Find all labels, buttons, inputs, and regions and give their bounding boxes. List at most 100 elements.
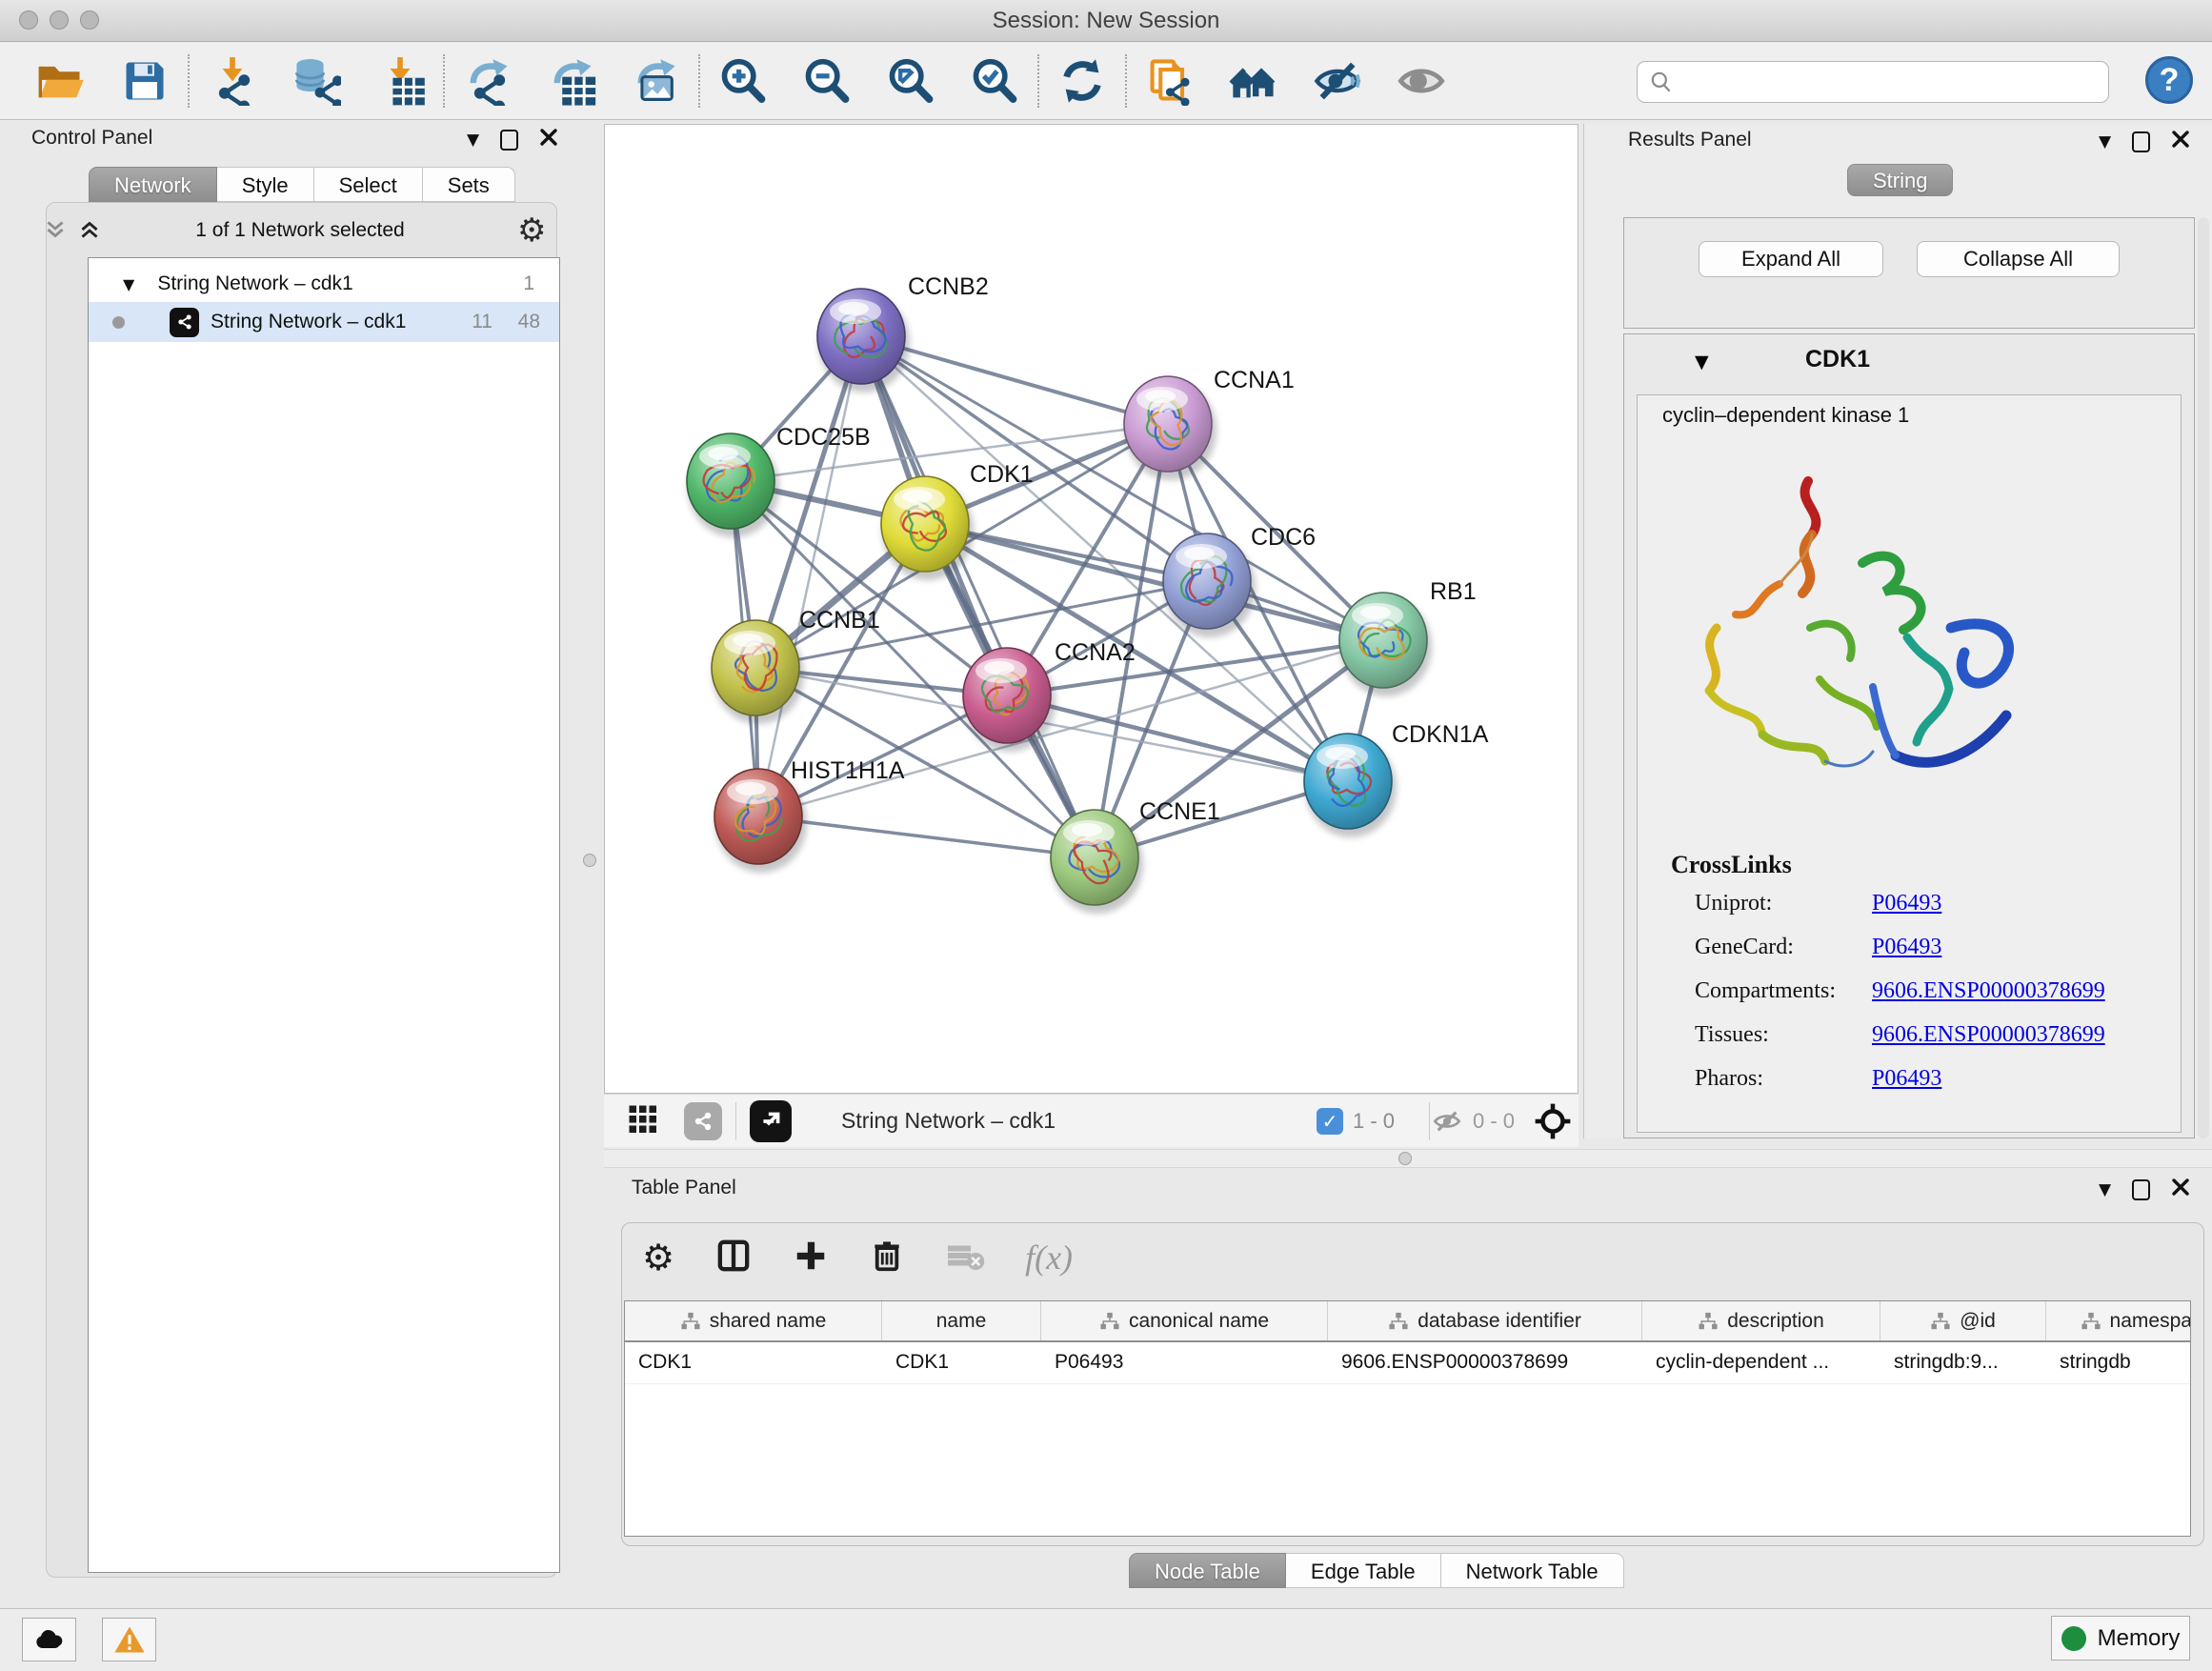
selected-indicator-checkbox[interactable]: ✓ bbox=[1317, 1108, 1343, 1135]
search-icon bbox=[1649, 70, 1674, 94]
zoom-selected-button[interactable] bbox=[968, 53, 1021, 109]
panel-float-icon[interactable] bbox=[500, 130, 518, 151]
title-bar: Session: New Session bbox=[0, 0, 2212, 42]
create-column-plus-icon[interactable] bbox=[793, 1238, 829, 1278]
network-view-title: String Network – cdk1 bbox=[841, 1108, 1056, 1134]
panel-close-icon[interactable] bbox=[539, 128, 558, 151]
delete-column-trash-icon[interactable] bbox=[869, 1238, 905, 1278]
crosslink-link[interactable]: 9606.ENSP00000378699 bbox=[1872, 1022, 2105, 1048]
show-columns-icon[interactable] bbox=[714, 1237, 753, 1279]
search-input[interactable] bbox=[1674, 69, 2083, 95]
hide-unselected-button[interactable] bbox=[1311, 53, 1364, 109]
network-birdseye-toggle-icon[interactable] bbox=[684, 1102, 722, 1140]
crosslink-link[interactable]: P06493 bbox=[1872, 1066, 1941, 1092]
table-cell: CDK1 bbox=[625, 1342, 882, 1383]
import-network-from-database-button[interactable] bbox=[290, 53, 343, 109]
results-float-icon[interactable] bbox=[2132, 131, 2150, 152]
import-network-from-file-button[interactable] bbox=[206, 53, 259, 109]
cloud-status-button[interactable] bbox=[22, 1618, 76, 1661]
gene-section-collapse-icon[interactable]: ▼ bbox=[1695, 352, 1709, 372]
zoom-out-button[interactable] bbox=[800, 53, 854, 109]
expand-all-button[interactable]: Expand All bbox=[1699, 241, 1883, 277]
show-graphics-details-button[interactable] bbox=[1395, 53, 1448, 109]
column-header-namespac[interactable]: namespac bbox=[2046, 1301, 2191, 1340]
control-panel: Control Panel ▼ NetworkStyleSelectSets 1… bbox=[14, 124, 564, 1601]
tab-network-table[interactable]: Network Table bbox=[1441, 1553, 1624, 1588]
tab-network[interactable]: Network bbox=[89, 167, 217, 202]
node-label-CCNA2: CCNA2 bbox=[1055, 639, 1136, 666]
column-header-name[interactable]: name bbox=[882, 1301, 1041, 1340]
table-options-gear-icon[interactable]: ⚙ bbox=[642, 1237, 674, 1278]
export-table-button[interactable] bbox=[545, 53, 598, 109]
network-node-RB1[interactable]: RB1 bbox=[1339, 578, 1477, 696]
collapse-all-button[interactable]: Collapse All bbox=[1917, 241, 2120, 277]
refresh-view-icon bbox=[1057, 56, 1107, 106]
collection-expand-icon[interactable]: ▼ bbox=[123, 275, 134, 293]
table-row[interactable]: CDK1CDK1P064939606.ENSP00000378699cyclin… bbox=[625, 1342, 2190, 1384]
tab-select[interactable]: Select bbox=[314, 167, 423, 202]
results-close-icon[interactable] bbox=[2171, 130, 2190, 153]
network-node-CDC6[interactable]: CDC6 bbox=[1163, 524, 1316, 637]
memory-button[interactable]: Memory bbox=[2051, 1616, 2190, 1661]
import-network-from-file-icon bbox=[208, 56, 257, 106]
network-row-label: String Network – cdk1 bbox=[211, 311, 406, 333]
column-header-shared-name[interactable]: shared name bbox=[625, 1301, 882, 1340]
network-edge[interactable] bbox=[758, 816, 1095, 857]
fit-content-crosshair-icon[interactable] bbox=[1533, 1101, 1573, 1146]
network-node-CCNB1[interactable]: CCNB1 bbox=[712, 607, 880, 724]
warnings-button[interactable] bbox=[102, 1618, 156, 1661]
network-collection-row[interactable]: ▼ String Network – cdk1 1 bbox=[89, 266, 559, 302]
crosslink-link[interactable]: P06493 bbox=[1872, 891, 1941, 916]
horizontal-splitter-handle[interactable] bbox=[1398, 1152, 1412, 1165]
export-image-button[interactable] bbox=[629, 53, 682, 109]
results-scrollbar[interactable] bbox=[2198, 217, 2209, 1138]
network-node-HIST1H1A[interactable]: HIST1H1A bbox=[714, 757, 905, 873]
network-tree: ▼ String Network – cdk1 1 String Network… bbox=[88, 257, 560, 1573]
toolbar-divider bbox=[698, 54, 700, 108]
zoom-fit-button[interactable] bbox=[884, 53, 937, 109]
tab-edge-table[interactable]: Edge Table bbox=[1286, 1553, 1441, 1588]
panel-collapse-icon[interactable]: ▼ bbox=[467, 131, 479, 150]
network-view-canvas[interactable]: CCNB2 CCNA1 CDC25B CDK1 bbox=[604, 124, 1579, 1094]
column-header-database-identifier[interactable]: database identifier bbox=[1328, 1301, 1642, 1340]
tab-sets[interactable]: Sets bbox=[423, 167, 515, 202]
table-collapse-icon[interactable]: ▼ bbox=[2099, 1180, 2111, 1199]
tab-string[interactable]: String bbox=[1847, 164, 1953, 196]
horizontal-splitter[interactable] bbox=[604, 1149, 2212, 1168]
tab-style[interactable]: Style bbox=[217, 167, 314, 202]
network-node-CDK1[interactable]: CDK1 bbox=[881, 461, 1034, 580]
network-node-CCNE1[interactable]: CCNE1 bbox=[1051, 798, 1220, 914]
results-collapse-icon[interactable]: ▼ bbox=[2099, 132, 2111, 151]
network-edge[interactable] bbox=[758, 336, 861, 816]
tab-node-table[interactable]: Node Table bbox=[1129, 1553, 1286, 1588]
memory-label: Memory bbox=[2098, 1625, 2181, 1652]
duplicate-network-button[interactable] bbox=[1143, 53, 1196, 109]
network-node-CDKN1A[interactable]: CDKN1A bbox=[1304, 721, 1489, 837]
crosslink-link[interactable]: P06493 bbox=[1872, 935, 1941, 960]
export-network-button[interactable] bbox=[461, 53, 514, 109]
node-label-CDC25B: CDC25B bbox=[776, 424, 871, 451]
help-button[interactable]: ? bbox=[2145, 56, 2193, 104]
open-file-button[interactable] bbox=[34, 53, 88, 109]
column-header-canonical-name[interactable]: canonical name bbox=[1041, 1301, 1328, 1340]
application-window: Session: New Session ? Control Panel ▼ N… bbox=[0, 0, 2212, 1671]
column-header-description[interactable]: description bbox=[1642, 1301, 1880, 1340]
table-float-icon[interactable] bbox=[2132, 1179, 2150, 1200]
collapse-all-networks-icon[interactable] bbox=[43, 217, 68, 247]
save-session-button[interactable] bbox=[118, 53, 171, 109]
grid-view-icon[interactable] bbox=[625, 1101, 659, 1140]
zoom-in-button[interactable] bbox=[716, 53, 770, 109]
column-header-@id[interactable]: @id bbox=[1880, 1301, 2046, 1340]
import-table-from-file-button[interactable] bbox=[373, 53, 427, 109]
home-button[interactable] bbox=[1227, 53, 1280, 109]
crosslink-link[interactable]: 9606.ENSP00000378699 bbox=[1872, 978, 2105, 1004]
save-session-icon bbox=[120, 56, 170, 106]
network-row-selected[interactable]: String Network – cdk1 11 48 bbox=[89, 302, 559, 342]
expand-all-networks-icon[interactable] bbox=[77, 217, 102, 247]
network-options-gear-icon[interactable]: ⚙ bbox=[517, 211, 546, 250]
refresh-view-button[interactable] bbox=[1056, 53, 1109, 109]
open-in-new-window-icon[interactable] bbox=[750, 1100, 792, 1142]
left-splitter-handle[interactable] bbox=[583, 854, 596, 867]
table-close-icon[interactable] bbox=[2171, 1178, 2190, 1201]
gene-symbol-heading: CDK1 bbox=[1805, 346, 1870, 373]
